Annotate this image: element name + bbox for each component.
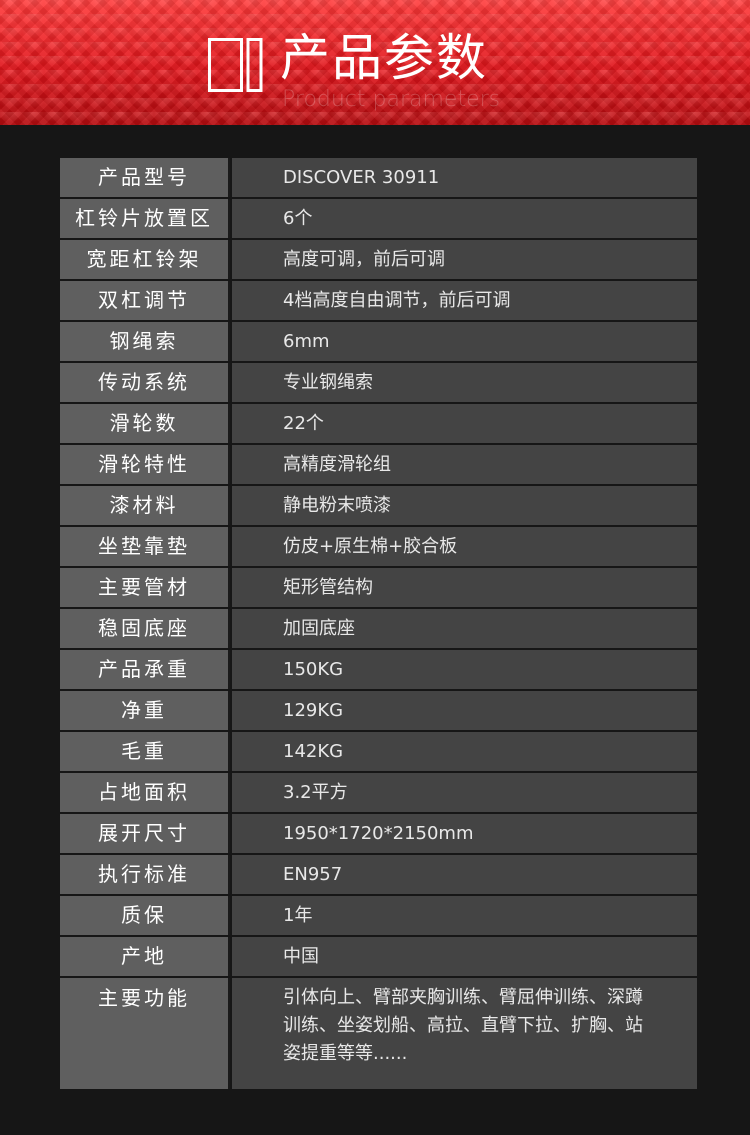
spec-row: 主要功能 引体向上、臂部夹胸训练、臂屈伸训练、深蹲训练、坐姿划船、高拉、直臂下拉… bbox=[60, 978, 697, 1089]
spec-row: 执行标准 EN957 bbox=[60, 855, 697, 894]
spec-label: 执行标准 bbox=[60, 855, 230, 894]
spec-row: 钢绳索 6mm bbox=[60, 322, 697, 361]
spec-label: 稳固底座 bbox=[60, 609, 230, 648]
spec-label: 毛重 bbox=[60, 732, 230, 771]
spec-row: 杠铃片放置区 6个 bbox=[60, 199, 697, 238]
spec-label: 坐垫靠垫 bbox=[60, 527, 230, 566]
spec-value: 150KG bbox=[232, 650, 697, 689]
spec-label: 宽距杠铃架 bbox=[60, 240, 230, 279]
spec-label: 主要管材 bbox=[60, 568, 230, 607]
spec-label: 滑轮特性 bbox=[60, 445, 230, 484]
spec-label: 漆材料 bbox=[60, 486, 230, 525]
spec-value: 中国 bbox=[232, 937, 697, 976]
spec-row: 漆材料 静电粉末喷漆 bbox=[60, 486, 697, 525]
page-subtitle: Product parameters bbox=[282, 87, 501, 112]
spec-row: 主要管材 矩形管结构 bbox=[60, 568, 697, 607]
spec-label: 产品承重 bbox=[60, 650, 230, 689]
spec-label: 产地 bbox=[60, 937, 230, 976]
spec-value: 加固底座 bbox=[232, 609, 697, 648]
spec-value: 6mm bbox=[232, 322, 697, 361]
spec-label: 占地面积 bbox=[60, 773, 230, 812]
spec-row: 双杠调节 4档高度自由调节，前后可调 bbox=[60, 281, 697, 320]
spec-label: 净重 bbox=[60, 691, 230, 730]
spec-label: 杠铃片放置区 bbox=[60, 199, 230, 238]
spec-row: 产地 中国 bbox=[60, 937, 697, 976]
spec-row: 展开尺寸 1950*1720*2150mm bbox=[60, 814, 697, 853]
spec-value: 专业钢绳索 bbox=[232, 363, 697, 402]
spec-label: 质保 bbox=[60, 896, 230, 935]
spec-label: 钢绳索 bbox=[60, 322, 230, 361]
spec-value: 静电粉末喷漆 bbox=[232, 486, 697, 525]
spec-value: 1950*1720*2150mm bbox=[232, 814, 697, 853]
spec-row: 毛重 142KG bbox=[60, 732, 697, 771]
spec-label: 展开尺寸 bbox=[60, 814, 230, 853]
spec-label: 产品型号 bbox=[60, 158, 230, 197]
spec-value: 仿皮+原生棉+胶合板 bbox=[232, 527, 697, 566]
spec-row: 滑轮特性 高精度滑轮组 bbox=[60, 445, 697, 484]
spec-value: 129KG bbox=[232, 691, 697, 730]
spec-label: 滑轮数 bbox=[60, 404, 230, 443]
spec-row: 占地面积 3.2平方 bbox=[60, 773, 697, 812]
spec-row: 稳固底座 加固底座 bbox=[60, 609, 697, 648]
spec-value: 引体向上、臂部夹胸训练、臂屈伸训练、深蹲训练、坐姿划船、高拉、直臂下拉、扩胸、站… bbox=[232, 978, 697, 1089]
spec-value: 矩形管结构 bbox=[232, 568, 697, 607]
spec-row: 净重 129KG bbox=[60, 691, 697, 730]
spec-value: 高精度滑轮组 bbox=[232, 445, 697, 484]
spec-value: 4档高度自由调节，前后可调 bbox=[232, 281, 697, 320]
spec-row: 质保 1年 bbox=[60, 896, 697, 935]
spec-value: 6个 bbox=[232, 199, 697, 238]
spec-row: 产品承重 150KG bbox=[60, 650, 697, 689]
spec-value: 142KG bbox=[232, 732, 697, 771]
spec-value: DISCOVER 30911 bbox=[232, 158, 697, 197]
spec-value: 22个 bbox=[232, 404, 697, 443]
spec-label: 传动系统 bbox=[60, 363, 230, 402]
page-title: 产品参数 bbox=[280, 29, 488, 87]
spec-row: 滑轮数 22个 bbox=[60, 404, 697, 443]
spec-row: 产品型号 DISCOVER 30911 bbox=[60, 158, 697, 197]
spec-row: 传动系统 专业钢绳索 bbox=[60, 363, 697, 402]
spec-value: 1年 bbox=[232, 896, 697, 935]
spec-label: 主要功能 bbox=[60, 978, 230, 1089]
spec-label: 双杠调节 bbox=[60, 281, 230, 320]
spec-value: 3.2平方 bbox=[232, 773, 697, 812]
spec-row: 宽距杠铃架 高度可调，前后可调 bbox=[60, 240, 697, 279]
spec-row: 坐垫靠垫 仿皮+原生棉+胶合板 bbox=[60, 527, 697, 566]
spec-value: 高度可调，前后可调 bbox=[232, 240, 697, 279]
title-decoration-icon bbox=[208, 38, 263, 92]
spec-table: 产品型号 DISCOVER 30911 杠铃片放置区 6个 宽距杠铃架 高度可调… bbox=[60, 158, 697, 1089]
spec-value: EN957 bbox=[232, 855, 697, 894]
